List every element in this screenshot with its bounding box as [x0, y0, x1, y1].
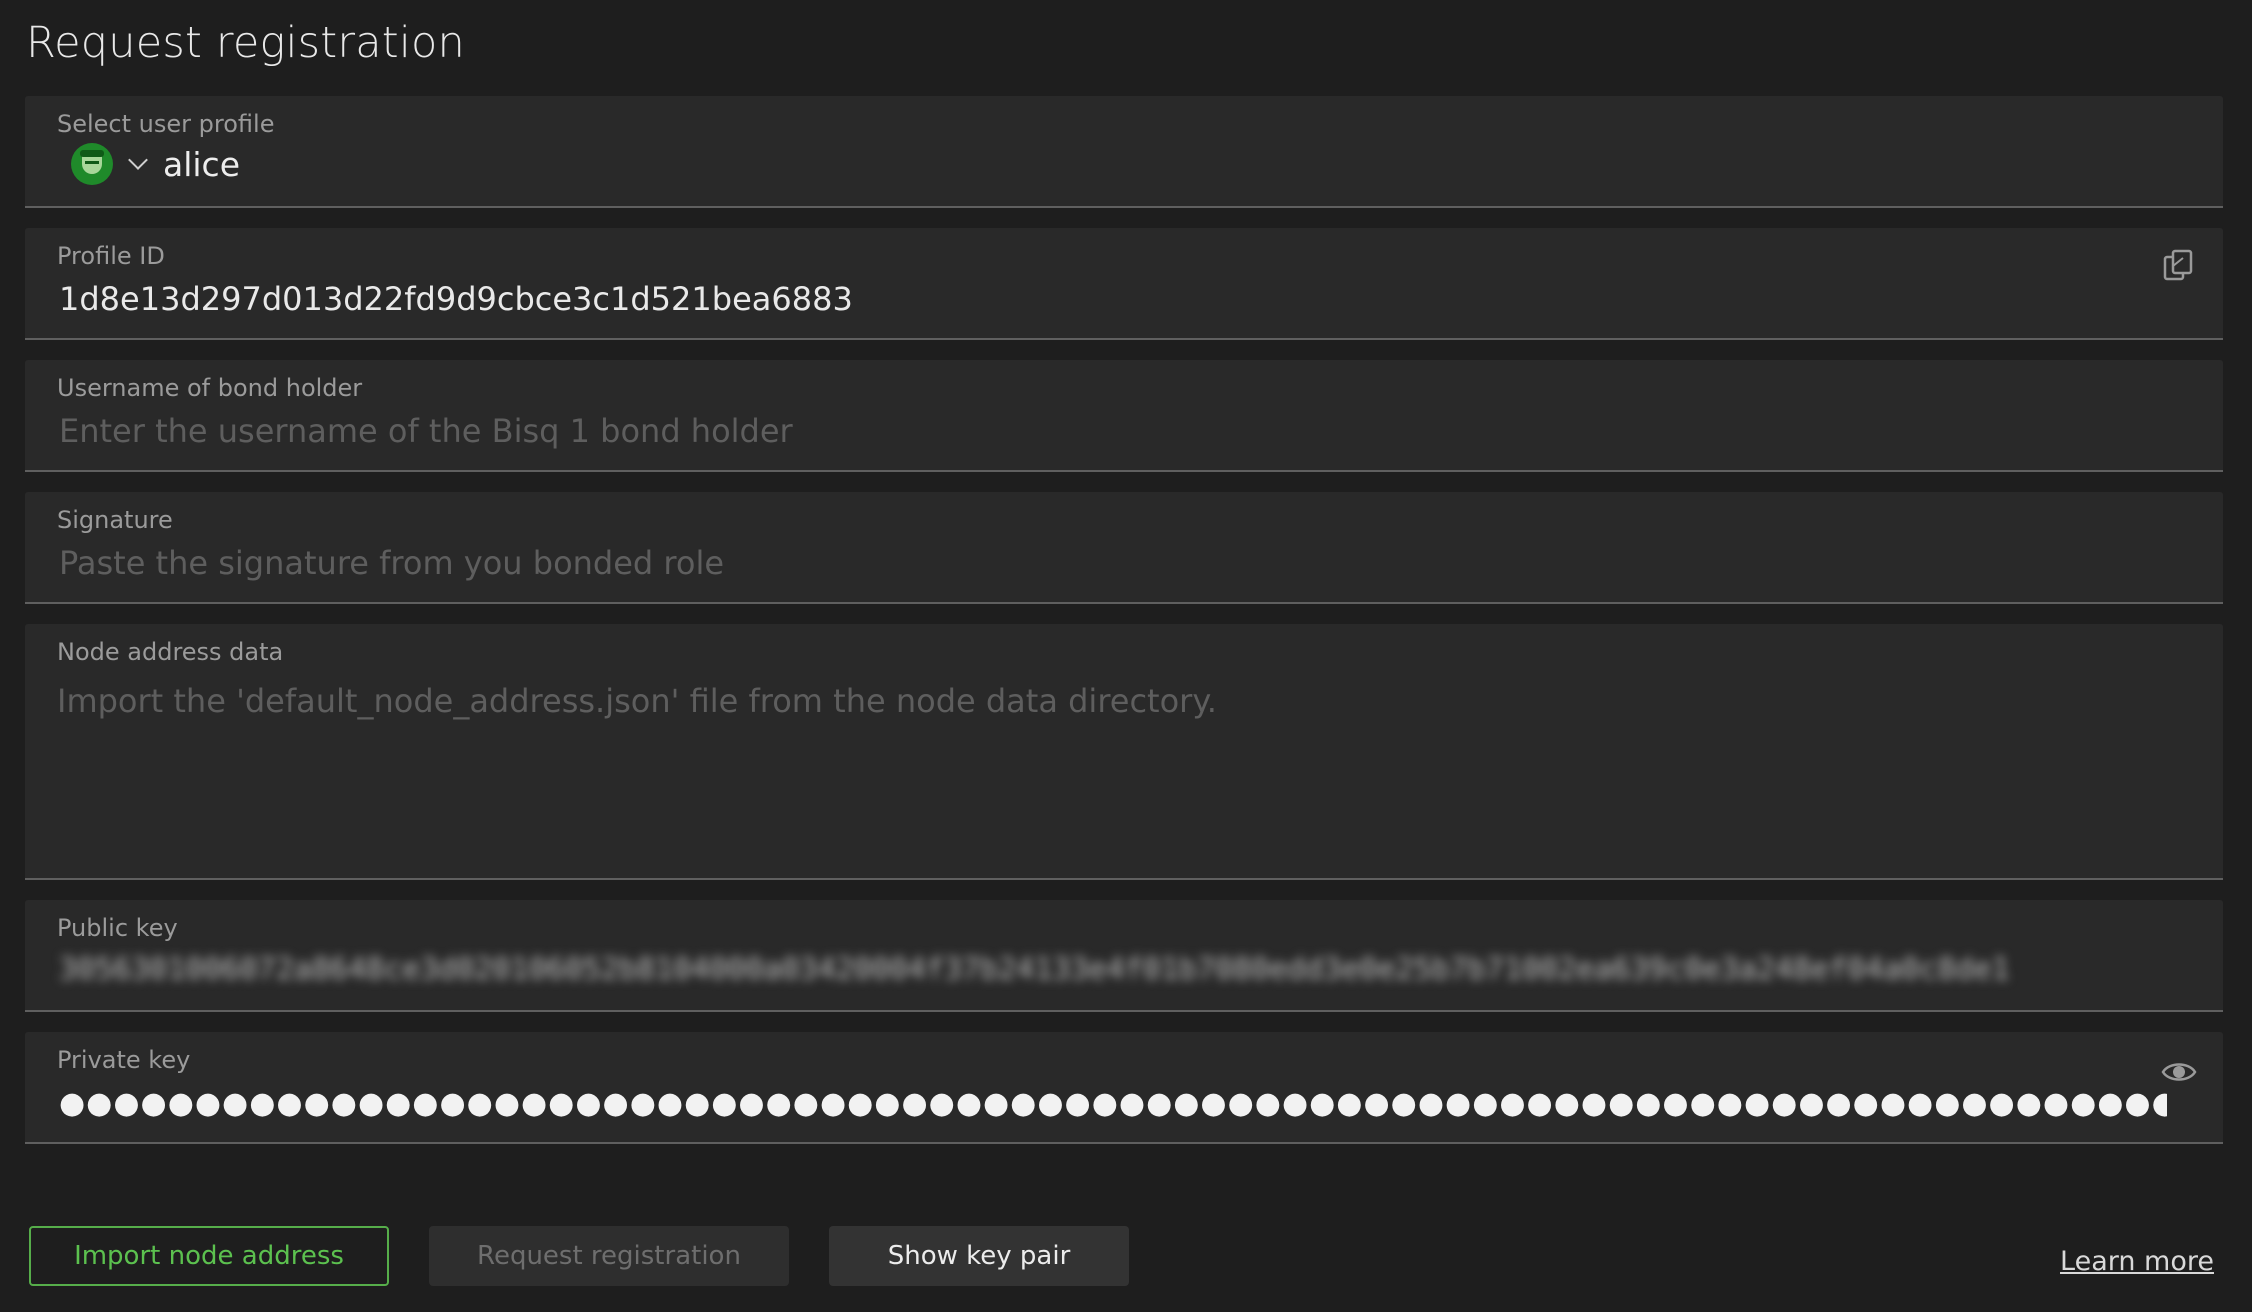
- signature-field[interactable]: Signature Paste the signature from you b…: [25, 492, 2223, 604]
- request-registration-page: Request registration Select user profile…: [0, 0, 2252, 1312]
- avatar: [71, 143, 113, 185]
- node-address-field[interactable]: Node address data Import the 'default_no…: [25, 624, 2223, 880]
- private-key-label: Private key: [57, 1046, 191, 1074]
- learn-more-link[interactable]: Learn more: [2060, 1246, 2214, 1277]
- user-profile-label: Select user profile: [57, 110, 275, 138]
- public-key-value[interactable]: 3056301006072a8648ce3d020106052b8104000a…: [59, 952, 2199, 987]
- private-key-field[interactable]: Private key ●●●●●●●●●●●●●●●●●●●●●●●●●●●●…: [25, 1032, 2223, 1144]
- public-key-field[interactable]: Public key 3056301006072a8648ce3d0201060…: [25, 900, 2223, 1012]
- node-address-textarea[interactable]: Import the 'default_node_address.json' f…: [57, 682, 1217, 720]
- bond-holder-input[interactable]: Enter the username of the Bisq 1 bond ho…: [59, 412, 793, 450]
- chevron-down-icon[interactable]: [128, 150, 148, 170]
- profile-id-label: Profile ID: [57, 242, 165, 270]
- signature-label: Signature: [57, 506, 173, 534]
- profile-id-field[interactable]: Profile ID 1d8e13d297d013d22fd9d9cbce3c1…: [25, 228, 2223, 340]
- private-key-masked-value[interactable]: ●●●●●●●●●●●●●●●●●●●●●●●●●●●●●●●●●●●●●●●●…: [59, 1086, 2167, 1121]
- user-profile-select[interactable]: Select user profile alice: [25, 96, 2223, 208]
- selected-profile-name: alice: [163, 144, 241, 184]
- public-key-label: Public key: [57, 914, 178, 942]
- copy-icon[interactable]: [2159, 246, 2199, 286]
- signature-input[interactable]: Paste the signature from you bonded role: [59, 544, 724, 582]
- page-title: Request registration: [26, 18, 465, 68]
- eye-icon[interactable]: [2159, 1052, 2199, 1092]
- node-address-label: Node address data: [57, 638, 284, 666]
- request-registration-button[interactable]: Request registration: [429, 1226, 789, 1286]
- bond-holder-field[interactable]: Username of bond holder Enter the userna…: [25, 360, 2223, 472]
- profile-id-value[interactable]: 1d8e13d297d013d22fd9d9cbce3c1d521bea6883: [59, 280, 853, 318]
- show-key-pair-button[interactable]: Show key pair: [829, 1226, 1129, 1286]
- user-profile-dropdown[interactable]: alice: [71, 142, 240, 186]
- import-node-address-button[interactable]: Import node address: [29, 1226, 389, 1286]
- bond-holder-label: Username of bond holder: [57, 374, 363, 402]
